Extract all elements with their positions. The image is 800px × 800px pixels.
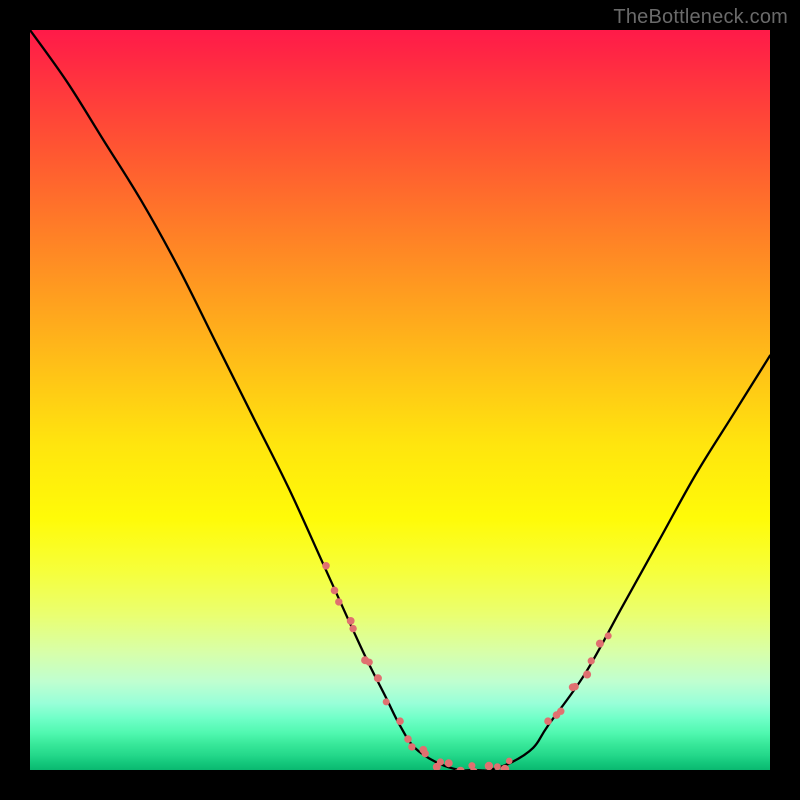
marker-dot <box>422 750 429 757</box>
marker-dot <box>571 683 578 690</box>
marker-dot <box>322 562 330 570</box>
marker-dot <box>445 759 453 767</box>
marker-dot <box>596 640 604 648</box>
marker-dot <box>583 671 591 679</box>
marker-dot <box>383 698 390 705</box>
watermark-text: TheBottleneck.com <box>613 6 788 29</box>
curve-svg <box>30 30 770 770</box>
marker-dot <box>331 587 339 595</box>
marker-dot <box>404 735 412 743</box>
marker-dot <box>605 632 612 639</box>
data-markers <box>322 562 612 770</box>
plot-area <box>30 30 770 770</box>
marker-dot <box>456 767 464 770</box>
marker-dot <box>588 657 595 664</box>
marker-dot <box>485 762 493 770</box>
marker-dot <box>374 674 382 682</box>
marker-dot <box>494 763 501 770</box>
marker-dot <box>544 717 552 725</box>
marker-dot <box>408 743 415 750</box>
marker-dot <box>437 758 444 765</box>
marker-dot <box>396 717 404 725</box>
marker-dot <box>335 598 342 605</box>
marker-dot <box>557 708 564 715</box>
marker-dot <box>349 625 356 632</box>
marker-dot <box>506 758 513 765</box>
chart-frame: TheBottleneck.com <box>0 0 800 800</box>
marker-dot <box>366 659 373 666</box>
bottleneck-curve <box>30 30 770 770</box>
marker-dot <box>347 617 355 625</box>
